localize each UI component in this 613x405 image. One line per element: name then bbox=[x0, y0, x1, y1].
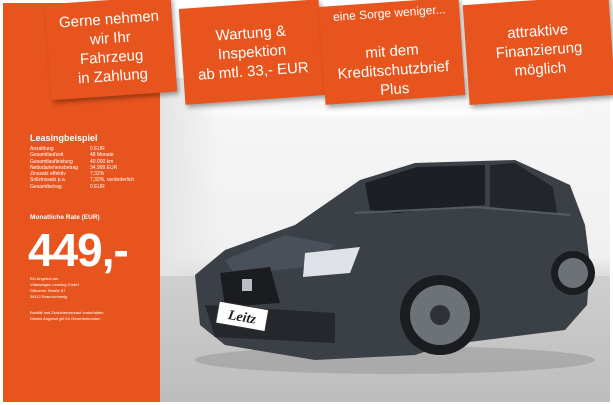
service-banner: Wartung & Inspektion ab mtl. 33,- EUR bbox=[178, 0, 326, 105]
credit-protection-text: mit dem Kreditschutzbrief Plus bbox=[337, 40, 450, 99]
footnote-line: Dieses Angebot gilt für Gewerbekunden bbox=[30, 316, 101, 321]
leasing-table: Anzahlung 0 EUR Gesamtlaufzeit 48 Monate G… bbox=[30, 146, 158, 190]
trade-in-text: Gerne nehmen wir Ihr Fahrzeug in Zahlung bbox=[58, 7, 160, 88]
monthly-price: 449,- bbox=[28, 224, 129, 276]
car-image: Leitz bbox=[195, 160, 595, 374]
financing-banner: attraktive Finanzierung möglich bbox=[462, 0, 613, 105]
service-text: Wartung & Inspektion ab mtl. 33,- EUR bbox=[197, 22, 310, 84]
credit-protection-headline: eine Sorge weniger... bbox=[332, 1, 447, 24]
trade-in-banner: Gerne nehmen wir Ihr Fahrzeug in Zahlung bbox=[44, 0, 178, 101]
monthly-rate-label: Monatliche Rate (EUR) bbox=[30, 214, 100, 221]
leasing-row: Gesamtbetrag 0 EUR bbox=[30, 184, 158, 190]
leasing-key: Gesamtbetrag bbox=[30, 183, 62, 190]
leasing-value: 0 EUR bbox=[90, 183, 105, 190]
financing-text: attraktive Finanzierung möglich bbox=[495, 20, 583, 80]
credit-protection-banner: eine Sorge weniger... mit dem Kreditschu… bbox=[318, 0, 466, 105]
leasing-title: Leasingbeispiel bbox=[30, 133, 98, 143]
provider-info: Ein Angebot der Volkswagen Leasing GmbH … bbox=[30, 276, 79, 300]
provider-line: 38112 Braunschweig bbox=[30, 294, 68, 299]
legal-footnote: Bonität und Zwischenverkauf vorbehalten.… bbox=[30, 310, 105, 322]
